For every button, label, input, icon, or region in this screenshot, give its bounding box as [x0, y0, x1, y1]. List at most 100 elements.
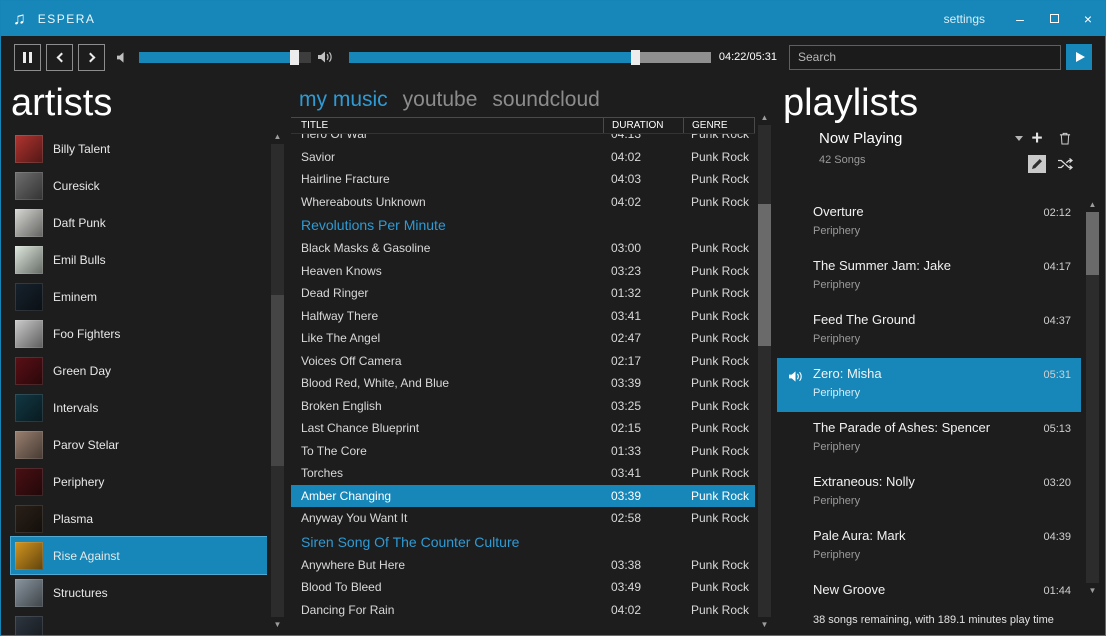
- artist-item[interactable]: Daft Punk: [11, 204, 267, 241]
- song-row[interactable]: Voices Off Camera02:17Punk Rock: [291, 350, 755, 373]
- song-row[interactable]: Dancing For Rain04:02Punk Rock: [291, 599, 755, 620]
- song-row[interactable]: Last Chance Blueprint02:15Punk Rock: [291, 417, 755, 440]
- song-duration: 03:49: [603, 580, 683, 594]
- music-note-icon: ♫: [13, 9, 26, 29]
- song-genre: Punk Rock: [683, 489, 755, 503]
- song-row[interactable]: Anyway You Want It02:58Punk Rock: [291, 507, 755, 530]
- playlist-item[interactable]: New Groove01:44: [777, 574, 1081, 599]
- playlist-item[interactable]: Zero: Misha05:31Periphery: [777, 358, 1081, 412]
- song-row[interactable]: Hairline Fracture04:03Punk Rock: [291, 168, 755, 191]
- playlist-scrollbar[interactable]: ▲ ▼: [1085, 198, 1100, 597]
- artist-item[interactable]: Curesick: [11, 167, 267, 204]
- album-header-row[interactable]: Revolutions Per Minute: [291, 213, 755, 237]
- song-row[interactable]: Hero Of War04:13Punk Rock: [291, 134, 755, 146]
- playlist-item-duration: 05:31: [1043, 369, 1071, 381]
- song-genre: Punk Rock: [683, 466, 755, 480]
- volume-slider-thumb[interactable]: [290, 50, 299, 65]
- song-row[interactable]: Like The Angel02:47Punk Rock: [291, 327, 755, 350]
- playlist-item[interactable]: Pale Aura: Mark04:39Periphery: [777, 520, 1081, 574]
- artist-item[interactable]: Intervals: [11, 389, 267, 426]
- playlist-item[interactable]: Feed The Ground04:37Periphery: [777, 304, 1081, 358]
- song-title: Hero Of War: [291, 134, 603, 141]
- column-header-duration[interactable]: DURATION: [603, 118, 683, 133]
- next-button[interactable]: [78, 44, 105, 71]
- artist-item[interactable]: Periphery: [11, 463, 267, 500]
- progress-slider-thumb[interactable]: [631, 50, 640, 65]
- close-button[interactable]: ×: [1071, 1, 1105, 36]
- tab-youtube[interactable]: youtube: [403, 88, 478, 112]
- minimize-button[interactable]: –: [1003, 1, 1037, 36]
- play-button[interactable]: [1066, 44, 1092, 70]
- song-title: Like The Angel: [291, 331, 603, 345]
- song-row[interactable]: Blood To Bleed03:49Punk Rock: [291, 576, 755, 599]
- song-row[interactable]: Dead Ringer01:32Punk Rock: [291, 282, 755, 305]
- album-header-row[interactable]: Siren Song Of The Counter Culture: [291, 530, 755, 554]
- playlist-item-title: The Parade of Ashes: Spencer: [813, 420, 990, 435]
- previous-button[interactable]: [46, 44, 73, 71]
- song-genre: Punk Rock: [683, 376, 755, 390]
- song-row[interactable]: Broken English03:25Punk Rock: [291, 395, 755, 418]
- scroll-down-icon[interactable]: ▼: [761, 618, 769, 631]
- scroll-up-icon[interactable]: ▲: [1089, 198, 1097, 211]
- artist-name: Green Day: [53, 364, 111, 378]
- scrollbar-track[interactable]: [1086, 212, 1099, 583]
- settings-link[interactable]: settings: [944, 12, 985, 26]
- scroll-down-icon[interactable]: ▼: [274, 618, 282, 631]
- scroll-down-icon[interactable]: ▼: [1089, 584, 1097, 597]
- playlist-item[interactable]: Overture02:12Periphery: [777, 196, 1081, 250]
- artist-item[interactable]: Rise Against: [11, 537, 267, 574]
- scrollbar-thumb[interactable]: [1086, 212, 1099, 275]
- maximize-button[interactable]: [1037, 1, 1071, 36]
- artist-item[interactable]: Parov Stelar: [11, 426, 267, 463]
- song-row[interactable]: Whereabouts Unknown04:02Punk Rock: [291, 191, 755, 214]
- artist-item[interactable]: Green Day: [11, 352, 267, 389]
- playlist-item[interactable]: The Parade of Ashes: Spencer05:13Periphe…: [777, 412, 1081, 466]
- scroll-up-icon[interactable]: ▲: [761, 111, 769, 124]
- scrollbar-track[interactable]: [271, 144, 284, 617]
- search-input[interactable]: [789, 45, 1061, 70]
- tab-my-music[interactable]: my music: [299, 88, 388, 112]
- column-header-title[interactable]: TITLE: [291, 118, 603, 133]
- song-row[interactable]: To The Core01:33Punk Rock: [291, 440, 755, 463]
- song-row[interactable]: Savior04:02Punk Rock: [291, 146, 755, 169]
- shuffle-button[interactable]: [1057, 158, 1073, 170]
- volume-low-icon[interactable]: [116, 51, 131, 64]
- artist-item[interactable]: Emil Bulls: [11, 241, 267, 278]
- song-row[interactable]: Torches03:41Punk Rock: [291, 462, 755, 485]
- tab-soundcloud[interactable]: soundcloud: [492, 88, 599, 112]
- song-row[interactable]: Amber Changing03:39Punk Rock: [291, 485, 755, 508]
- song-row[interactable]: Heaven Knows03:23Punk Rock: [291, 260, 755, 283]
- volume-slider[interactable]: [139, 52, 311, 63]
- artist-item[interactable]: Eminem: [11, 278, 267, 315]
- playlist-selector[interactable]: Now Playing: [819, 130, 1023, 147]
- column-header-genre[interactable]: GENRE: [683, 118, 755, 133]
- song-row[interactable]: Halfway There03:41Punk Rock: [291, 305, 755, 328]
- scrollbar-thumb[interactable]: [271, 295, 284, 465]
- artist-item[interactable]: Plasma: [11, 500, 267, 537]
- playlist-actions: +: [1023, 126, 1079, 176]
- artist-item[interactable]: Foo Fighters: [11, 315, 267, 352]
- scrollbar-thumb[interactable]: [758, 204, 771, 347]
- delete-playlist-button[interactable]: [1059, 132, 1071, 145]
- song-title: Last Chance Blueprint: [291, 421, 603, 435]
- scrollbar-track[interactable]: [758, 125, 771, 617]
- song-row[interactable]: Anywhere But Here03:38Punk Rock: [291, 554, 755, 577]
- add-playlist-button[interactable]: +: [1031, 129, 1042, 148]
- edit-playlist-button[interactable]: [1028, 155, 1046, 173]
- song-duration: 03:41: [603, 466, 683, 480]
- pause-button[interactable]: [14, 44, 41, 71]
- playlist-item[interactable]: Extraneous: Nolly03:20Periphery: [777, 466, 1081, 520]
- song-row[interactable]: Black Masks & Gasoline03:00Punk Rock: [291, 237, 755, 260]
- artist-item[interactable]: Structures: [11, 574, 267, 611]
- artists-scrollbar[interactable]: ▲ ▼: [270, 130, 285, 631]
- songs-scrollbar[interactable]: ▲ ▼: [757, 111, 772, 631]
- playlist-item[interactable]: The Summer Jam: Jake04:17Periphery: [777, 250, 1081, 304]
- artist-item[interactable]: Billy Talent: [11, 130, 267, 167]
- volume-high-icon[interactable]: [317, 50, 333, 64]
- song-genre: Punk Rock: [683, 421, 755, 435]
- progress-slider[interactable]: [349, 52, 711, 63]
- artist-item[interactable]: [11, 611, 267, 635]
- artist-thumbnail: [15, 283, 43, 311]
- song-row[interactable]: Blood Red, White, And Blue03:39Punk Rock: [291, 372, 755, 395]
- scroll-up-icon[interactable]: ▲: [274, 130, 282, 143]
